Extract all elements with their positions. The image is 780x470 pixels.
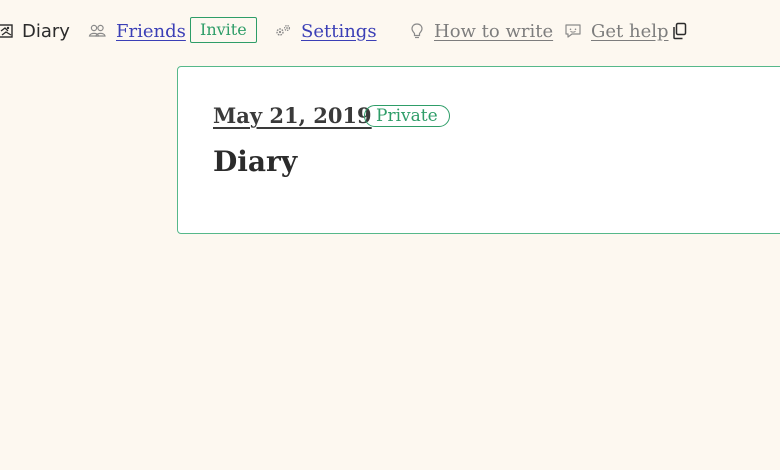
privacy-badge: Private: [364, 105, 450, 127]
nav-settings-link[interactable]: Settings: [301, 21, 377, 42]
nav-how-to-write-link[interactable]: How to write: [434, 21, 553, 42]
lightbulb-icon: [410, 22, 424, 40]
entry-date-link[interactable]: May 21, 2019: [213, 103, 372, 128]
nav-get-help[interactable]: Get help: [564, 18, 688, 44]
diary-entry-card: May 21, 2019 Private Diary: [177, 66, 780, 234]
nav-friends[interactable]: Friends: [88, 18, 186, 44]
top-nav: Diary Friends Invite Settings How to wri…: [0, 0, 780, 62]
gears-icon: [274, 23, 292, 39]
nav-friends-link[interactable]: Friends: [116, 21, 186, 42]
nav-diary-label: Diary: [22, 20, 70, 42]
nav-diary[interactable]: Diary: [0, 18, 70, 44]
copy-icon[interactable]: [672, 22, 688, 40]
invite-button[interactable]: Invite: [190, 17, 257, 43]
chat-icon: [564, 23, 582, 39]
nav-how-to-write[interactable]: How to write: [410, 18, 553, 44]
entry-title: Diary: [213, 145, 298, 178]
nav-get-help-link[interactable]: Get help: [591, 21, 669, 42]
image-icon: [0, 23, 14, 39]
people-icon: [88, 23, 106, 39]
nav-settings[interactable]: Settings: [274, 18, 377, 44]
